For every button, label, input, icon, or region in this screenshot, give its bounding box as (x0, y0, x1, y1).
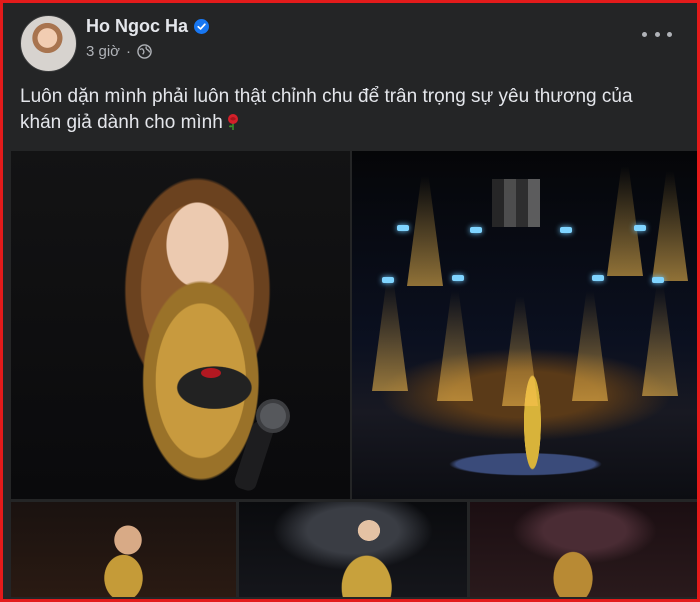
stage-light (634, 225, 646, 231)
stage-light (382, 277, 394, 283)
stage-light (397, 225, 409, 231)
post-timestamp[interactable]: 3 giờ (86, 43, 120, 60)
stage-light (452, 275, 464, 281)
stage-light-beam (642, 286, 678, 396)
stage-light-beam (407, 176, 443, 286)
stage-light (652, 277, 664, 283)
post-card: Ho Ngoc Ha 3 giờ · Luôn dặn mình phải lu… (0, 0, 700, 602)
post-container: Ho Ngoc Ha 3 giờ · Luôn dặn mình phải lu… (6, 6, 697, 597)
stage-light (592, 275, 604, 281)
more-dot (642, 31, 647, 37)
author-avatar[interactable] (20, 15, 77, 72)
photo-bottom-1[interactable] (11, 502, 236, 597)
post-meta: 3 giờ · (86, 43, 152, 60)
stage-light-beam (437, 291, 473, 401)
stage-light-beam (607, 166, 643, 276)
rose-emoji (227, 114, 238, 130)
stage-light-beam (652, 171, 688, 281)
caption-text: Luôn dặn mình phải luôn thật chỉnh chu đ… (20, 86, 633, 133)
globe-icon[interactable] (137, 44, 152, 59)
stage-light-beam (372, 281, 408, 391)
stage-light-beam (502, 296, 538, 406)
more-dot (667, 31, 672, 37)
photo-stage-performance[interactable] (352, 151, 697, 499)
verified-badge-icon (194, 19, 210, 34)
stage-light (470, 227, 482, 233)
photo-bottom-2[interactable] (239, 502, 467, 597)
photo-bottom-3[interactable] (470, 502, 697, 597)
stage-light-beam (572, 291, 608, 401)
more-options-icon[interactable] (642, 26, 672, 42)
post-caption: Luôn dặn mình phải luôn thật chỉnh chu đ… (20, 84, 672, 136)
stage-light (560, 227, 572, 233)
author-name[interactable]: Ho Ngoc Ha (86, 16, 188, 37)
pixelated-region (492, 179, 540, 227)
microphone-icon (201, 368, 290, 491)
photo-closeup-microphone[interactable] (11, 151, 350, 499)
author-row: Ho Ngoc Ha (86, 16, 210, 37)
meta-separator: · (126, 43, 132, 60)
more-dot (654, 31, 660, 37)
